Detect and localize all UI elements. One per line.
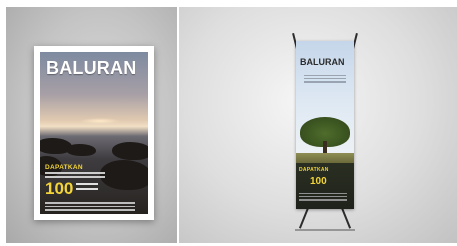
poster-subtitle: DAPATKAN	[45, 164, 83, 171]
banner-small-text	[304, 75, 346, 85]
x-banner-stand: BALURAN DAPATKAN 100	[275, 32, 375, 233]
sunset-glow	[80, 118, 120, 124]
poster-number-caption	[76, 183, 98, 193]
banner-footer-text	[299, 193, 347, 203]
banner-title: BALURAN	[300, 57, 345, 67]
rock	[112, 142, 148, 160]
banner-number: 100	[310, 176, 327, 187]
stand-foot	[295, 229, 355, 231]
poster-print: BALURAN DAPATKAN 100	[34, 46, 154, 220]
stand-rod	[298, 207, 310, 229]
left-panel: BALURAN DAPATKAN 100	[6, 7, 177, 243]
right-panel: BALURAN DAPATKAN 100	[179, 7, 457, 243]
banner-subtitle: DAPATKAN	[299, 167, 329, 173]
rock	[66, 144, 96, 156]
stand-rod	[340, 207, 352, 229]
banner-bottom-section: DAPATKAN 100	[296, 163, 354, 209]
poster-number: 100	[45, 179, 74, 198]
grass-field	[296, 153, 354, 163]
poster-footer-text	[45, 202, 135, 213]
banner-print: BALURAN DAPATKAN 100	[296, 41, 354, 209]
poster-artwork: BALURAN DAPATKAN 100	[40, 52, 148, 214]
poster-title: BALURAN	[46, 58, 137, 78]
